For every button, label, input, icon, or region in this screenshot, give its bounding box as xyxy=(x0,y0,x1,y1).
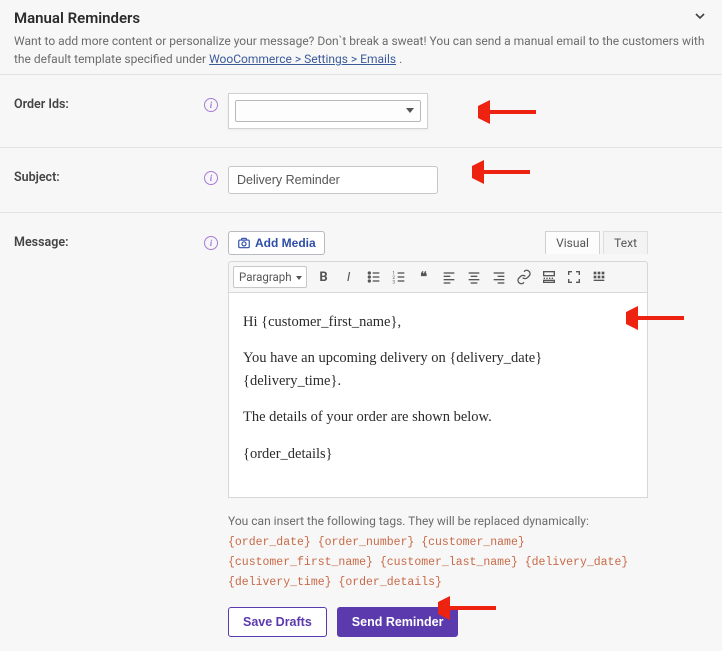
tab-text[interactable]: Text xyxy=(603,231,648,254)
annotation-arrow xyxy=(478,100,538,124)
italic-button[interactable]: I xyxy=(337,265,361,289)
bold-button[interactable]: B xyxy=(312,265,336,289)
info-icon[interactable]: i xyxy=(204,171,218,185)
bullet-list-button[interactable] xyxy=(362,265,386,289)
section-subject: Subject: i xyxy=(0,147,722,212)
format-select[interactable]: Paragraph xyxy=(233,266,307,288)
editor-line: The details of your order are shown belo… xyxy=(243,406,633,428)
message-label: Message: xyxy=(14,235,68,250)
numbered-list-button[interactable]: 123 xyxy=(387,265,411,289)
subject-label: Subject: xyxy=(14,170,60,185)
panel-description: Want to add more content or personalize … xyxy=(0,30,722,74)
editor-tabs: Visual Text xyxy=(545,231,648,254)
info-icon[interactable]: i xyxy=(204,236,218,250)
link-button[interactable] xyxy=(512,265,536,289)
panel-header: Manual Reminders xyxy=(0,0,722,30)
insert-more-button[interactable] xyxy=(537,265,561,289)
tags-hint: You can insert the following tags. They … xyxy=(228,512,668,592)
chevron-down-icon xyxy=(692,8,708,24)
align-right-button[interactable] xyxy=(487,265,511,289)
quote-button[interactable]: ❝ xyxy=(412,265,436,289)
editor-toolbar: Paragraph B I 123 ❝ xyxy=(228,261,648,293)
page-title: Manual Reminders xyxy=(14,9,140,27)
section-message: Message: i Add Media Visual Text Paragra… xyxy=(0,212,722,651)
order-ids-select-wrap xyxy=(228,93,428,129)
info-icon[interactable]: i xyxy=(204,98,218,112)
editor-line: {order_details} xyxy=(243,443,633,465)
editor-line: Hi {customer_first_name}, xyxy=(243,311,633,333)
toolbar-toggle-button[interactable] xyxy=(587,265,611,289)
caret-down-icon xyxy=(406,108,414,113)
align-center-button[interactable] xyxy=(462,265,486,289)
section-order-ids: Order Ids: i xyxy=(0,74,722,147)
add-media-button[interactable]: Add Media xyxy=(228,231,325,255)
editor-body[interactable]: Hi {customer_first_name}, You have an up… xyxy=(228,293,648,498)
align-left-button[interactable] xyxy=(437,265,461,289)
reminders-panel: Manual Reminders Want to add more conten… xyxy=(0,0,722,651)
editor-line: You have an upcoming delivery on {delive… xyxy=(243,347,633,392)
tab-visual[interactable]: Visual xyxy=(545,231,600,254)
order-ids-label: Order Ids: xyxy=(14,97,69,112)
annotation-arrow xyxy=(472,160,532,184)
collapse-toggle[interactable] xyxy=(692,8,708,28)
settings-link[interactable]: WooCommerce > Settings > Emails xyxy=(209,52,396,66)
fullscreen-button[interactable] xyxy=(562,265,586,289)
camera-icon xyxy=(237,236,251,250)
subject-input[interactable] xyxy=(228,166,438,194)
order-ids-select[interactable] xyxy=(235,100,421,122)
svg-text:3: 3 xyxy=(392,280,395,285)
